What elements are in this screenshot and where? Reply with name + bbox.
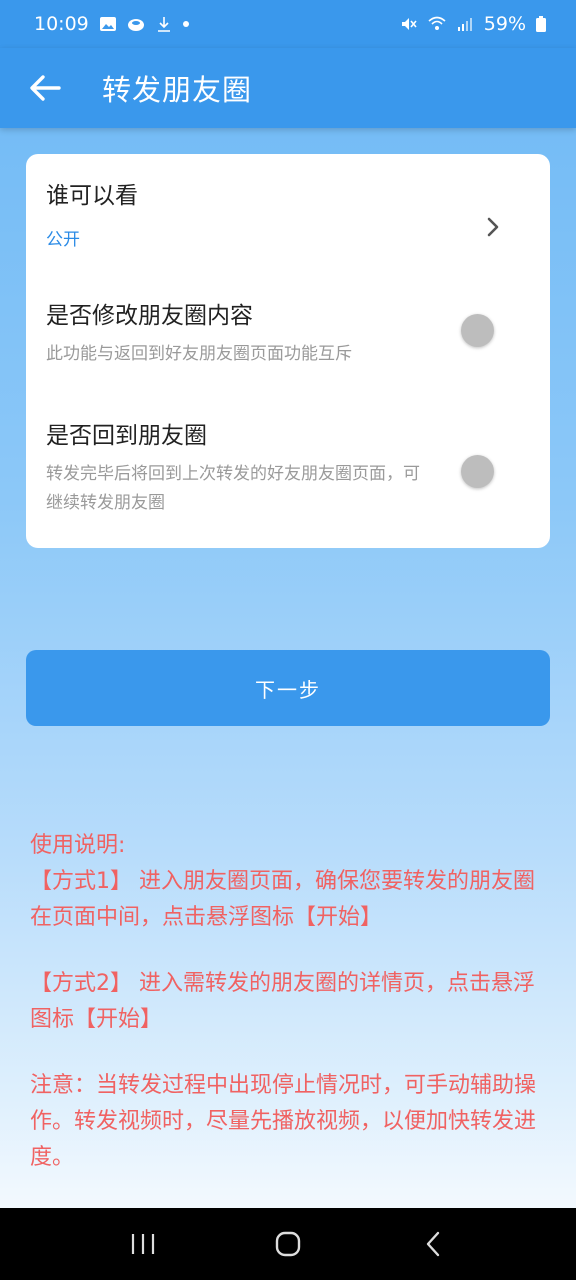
home-icon: [275, 1231, 301, 1257]
page-title: 转发朋友圈: [102, 73, 253, 107]
instructions-note: 注意：当转发过程中出现停止情况时，可手动辅助操作。转发视频时，尽量先播放视频，以…: [30, 1073, 537, 1170]
return-moments-row: 是否回到朋友圈 转发完毕后将回到上次转发的好友朋友圈页面，可继续转发朋友圈: [46, 416, 426, 518]
instructions: 使用说明: 【方式1】 进入朋友圈页面，确保您要转发的朋友圈在页面中间，点击悬浮…: [30, 828, 550, 1176]
wifi-icon: [428, 16, 446, 30]
mute-icon: [401, 18, 417, 30]
recent-apps-icon: [131, 1234, 154, 1254]
signal-icon: [457, 18, 472, 31]
home-button[interactable]: [258, 1214, 318, 1274]
status-bar-left: 10:09: [34, 13, 189, 35]
instructions-method1: 【方式1】 进入朋友圈页面，确保您要转发的朋友圈在页面中间，点击悬浮图标【开始】: [30, 869, 535, 930]
back-nav-button[interactable]: [403, 1214, 463, 1274]
visibility-title: 谁可以看: [46, 183, 138, 209]
return-moments-toggle[interactable]: [461, 455, 494, 488]
status-bar: 10:09 59%: [0, 0, 576, 48]
battery-percent: 59%: [483, 13, 526, 35]
modify-content-toggle[interactable]: [461, 314, 494, 347]
cloud-icon: [127, 19, 144, 31]
visibility-row[interactable]: 谁可以看 公开: [46, 176, 530, 276]
gallery-icon: [99, 17, 116, 31]
return-moments-description: 转发完毕后将回到上次转发的好友朋友圈页面，可继续转发朋友圈: [46, 464, 420, 513]
modify-content-title: 是否修改朋友圈内容: [46, 303, 253, 329]
recent-apps-button[interactable]: [113, 1214, 173, 1274]
chevron-right-icon: [487, 217, 499, 237]
modify-content-description: 此功能与返回到好友朋友圈页面功能互斥: [46, 344, 352, 364]
settings-card: 谁可以看 公开 是否修改朋友圈内容 此功能与返回到好友朋友圈页面功能互斥 是否回…: [26, 154, 550, 548]
status-time: 10:09: [34, 13, 89, 35]
instructions-method2: 【方式2】 进入需转发的朋友圈的详情页，点击悬浮图标【开始】: [30, 971, 535, 1032]
status-bar-right: 59%: [400, 13, 546, 35]
battery-icon: [536, 16, 546, 32]
visibility-value: 公开: [46, 230, 80, 250]
modify-content-row: 是否修改朋友圈内容 此功能与返回到好友朋友圈页面功能互斥: [46, 296, 530, 386]
arrow-left-icon: [30, 75, 61, 101]
system-nav-bar: [0, 1208, 576, 1280]
return-moments-title: 是否回到朋友圈: [46, 423, 207, 449]
next-button[interactable]: 下一步: [26, 650, 550, 726]
app-bar: 转发朋友圈: [0, 48, 576, 128]
instructions-heading: 使用说明:: [30, 833, 126, 858]
notification-dot-icon: [182, 21, 189, 27]
back-button[interactable]: [0, 48, 90, 128]
back-nav-icon: [427, 1231, 440, 1257]
download-icon: [157, 17, 170, 32]
